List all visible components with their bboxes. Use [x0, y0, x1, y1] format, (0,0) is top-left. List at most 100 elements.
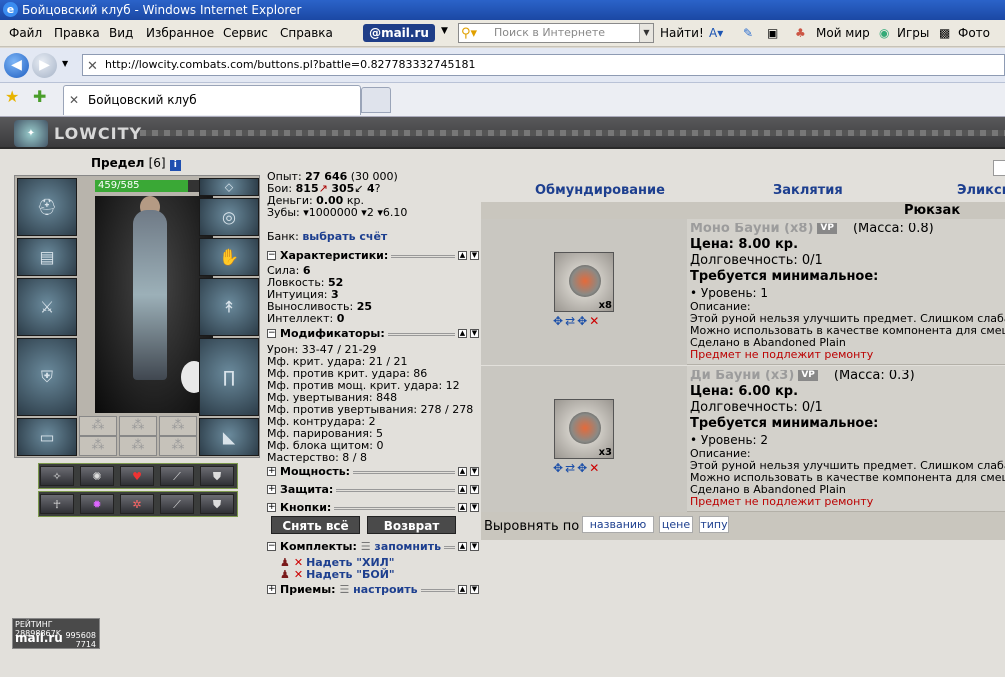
ring-slot-1[interactable]: ⁂: [79, 416, 117, 436]
scroll-slot-icon[interactable]: ☥: [40, 494, 74, 514]
arrow-up-icon[interactable]: ▲: [458, 251, 467, 260]
legs-slot[interactable]: ∏: [199, 338, 259, 416]
use-icon[interactable]: ✥: [553, 461, 565, 475]
use-icon[interactable]: ✥: [553, 314, 565, 328]
delete-set-icon[interactable]: ✕: [294, 568, 303, 581]
item-name[interactable]: Ди Бауни (x3): [690, 370, 794, 383]
new-tab-button[interactable]: [361, 87, 391, 113]
scroll-slot-icon[interactable]: ⟋: [160, 494, 194, 514]
modifiers-header[interactable]: − Модификаторы: ▲ ▼: [267, 328, 479, 340]
sort-by-price-button[interactable]: цене: [659, 516, 693, 533]
rune-slot-3[interactable]: ⁂: [159, 436, 197, 456]
collapse-icon[interactable]: −: [267, 329, 276, 338]
favorites-star-icon[interactable]: ★: [5, 87, 19, 106]
scroll-slot-icon[interactable]: ✧: [40, 466, 74, 486]
menu-tools[interactable]: Сервис: [223, 26, 268, 40]
menu-file[interactable]: Файл: [9, 26, 42, 40]
bracers-slot[interactable]: ▤: [17, 238, 77, 276]
offhand-slot[interactable]: ↟: [199, 278, 259, 336]
bank-link[interactable]: выбрать счёт: [302, 230, 387, 243]
belt-slot[interactable]: ▭: [17, 418, 77, 456]
split-icon[interactable]: ✥: [577, 461, 589, 475]
arrow-up-icon[interactable]: ▲: [458, 542, 467, 551]
menu-view[interactable]: Вид: [109, 26, 133, 40]
shield-icon[interactable]: ⛊: [200, 494, 234, 514]
ring-slot-3[interactable]: ⁂: [159, 416, 197, 436]
rune-slot-1[interactable]: ⁂: [79, 436, 117, 456]
remove-all-button[interactable]: Снять всё: [271, 516, 360, 534]
delete-icon[interactable]: ✕: [589, 461, 601, 475]
top-right-button[interactable]: [993, 160, 1005, 176]
arrow-down-icon[interactable]: ▼: [470, 503, 479, 512]
arrow-down-icon[interactable]: ▼: [470, 585, 479, 594]
arrow-down-icon[interactable]: ▼: [470, 251, 479, 260]
back-button[interactable]: ◀: [4, 53, 29, 78]
helmet-slot[interactable]: ⛑: [17, 178, 77, 236]
arrow-up-icon[interactable]: ▲: [458, 503, 467, 512]
scroll-slot-icon[interactable]: ✲: [120, 494, 154, 514]
earring-slot[interactable]: ◇: [199, 178, 259, 196]
sort-by-type-button[interactable]: типу: [699, 516, 729, 533]
weapon-slot[interactable]: ⚔: [17, 278, 77, 336]
player-name[interactable]: Предел: [91, 156, 144, 170]
defense-header[interactable]: + Защита: ▲ ▼: [267, 484, 479, 496]
item-name[interactable]: Моно Бауни (x8): [690, 223, 813, 236]
scroll-slot-icon[interactable]: ⟋: [160, 466, 194, 486]
collapse-icon[interactable]: −: [267, 542, 276, 551]
rune-image[interactable]: x8: [554, 252, 614, 312]
scroll-slot-icon[interactable]: ✹: [80, 494, 114, 514]
split-icon[interactable]: ✥: [577, 314, 589, 328]
info-icon[interactable]: i: [169, 160, 181, 171]
arrow-down-icon[interactable]: ▼: [470, 485, 479, 494]
tab-equipment[interactable]: Обмундирование: [535, 183, 665, 198]
expand-icon[interactable]: +: [267, 485, 276, 494]
sets-remember-link[interactable]: запомнить: [374, 540, 441, 553]
amulet-slot[interactable]: ◎: [199, 198, 259, 236]
search-dropdown-icon[interactable]: ▼: [639, 24, 653, 42]
boots-slot[interactable]: ◣: [199, 418, 259, 456]
sets-header[interactable]: − Комплекты: ☰ запомнить ▲ ▼: [267, 541, 479, 553]
transfer-icon[interactable]: ⇄: [565, 314, 577, 328]
rune-slot-2[interactable]: ⁂: [119, 436, 157, 456]
skills-header[interactable]: + Приемы: ☰ настроить ▲ ▼: [267, 584, 479, 596]
shield-icon[interactable]: ⛊: [200, 466, 234, 486]
characteristics-header[interactable]: − Характеристики: ▲ ▼: [267, 250, 479, 262]
sort-by-name-button[interactable]: названию: [582, 516, 654, 533]
heart-icon[interactable]: ♥: [120, 466, 154, 486]
expand-icon[interactable]: +: [267, 585, 276, 594]
arrow-up-icon[interactable]: ▲: [458, 485, 467, 494]
collapse-icon[interactable]: −: [267, 251, 276, 260]
set-item[interactable]: ♟ ✕ Надеть "БОЙ": [280, 569, 395, 581]
search-input[interactable]: ⚲▾ Поиск в Интернете ▼: [458, 23, 654, 43]
scroll-slot-icon[interactable]: ✺: [80, 466, 114, 486]
tab-elixirs[interactable]: Эликси: [957, 183, 1005, 198]
mail-dropdown-icon[interactable]: ▼: [441, 26, 448, 36]
ring-slot-2[interactable]: ⁂: [119, 416, 157, 436]
arrow-down-icon[interactable]: ▼: [470, 329, 479, 338]
mailru-button[interactable]: @mail.ru: [363, 24, 435, 42]
find-button[interactable]: Найти!: [660, 26, 704, 40]
armor-slot[interactable]: ⛨: [17, 338, 77, 416]
forward-button[interactable]: ▶: [32, 53, 57, 78]
history-dropdown-icon[interactable]: ▼: [62, 59, 68, 68]
gloves-slot[interactable]: ✋: [199, 238, 259, 276]
url-field[interactable]: ✕ http://lowcity.combats.com/buttons.pl?…: [82, 54, 1005, 76]
power-header[interactable]: + Мощность: ▲ ▼: [267, 466, 479, 478]
page-icon[interactable]: ▣: [767, 26, 778, 40]
skills-setup-link[interactable]: настроить: [353, 583, 417, 596]
highlight-icon[interactable]: ✎: [743, 26, 753, 40]
mailru-rating-counter[interactable]: РЕЙТИНГ 28898867K mail.ru 995608 7714: [12, 618, 100, 649]
menu-edit[interactable]: Правка: [54, 26, 100, 40]
arrow-up-icon[interactable]: ▲: [458, 329, 467, 338]
rune-image[interactable]: x3: [554, 399, 614, 459]
menu-favorites[interactable]: Избранное: [146, 26, 214, 40]
my-world-link[interactable]: Мой мир: [816, 26, 870, 40]
transfer-icon[interactable]: ⇄: [565, 461, 577, 475]
arrow-down-icon[interactable]: ▼: [470, 467, 479, 476]
games-link[interactable]: Игры: [897, 26, 929, 40]
tab-combats[interactable]: ✕ Бойцовский клуб: [63, 85, 361, 115]
expand-icon[interactable]: +: [267, 503, 276, 512]
arrow-down-icon[interactable]: ▼: [470, 542, 479, 551]
arrow-up-icon[interactable]: ▲: [458, 585, 467, 594]
return-button[interactable]: Возврат: [367, 516, 456, 534]
